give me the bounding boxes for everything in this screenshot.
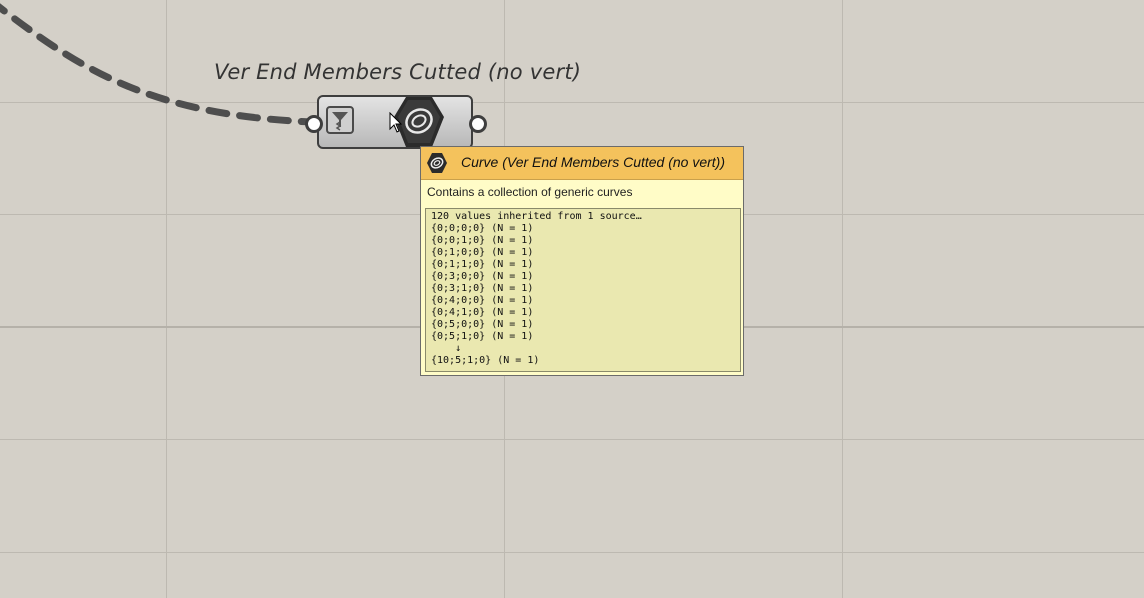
ellipsis-arrow: ↓ xyxy=(431,343,462,354)
data-line: {0;4;0;0} (N = 1) xyxy=(431,295,534,306)
tooltip-title: Curve (Ver End Members Cutted (no vert)) xyxy=(461,154,726,170)
mouse-cursor-icon xyxy=(389,112,403,133)
flatten-icon[interactable] xyxy=(326,106,354,134)
data-tree-summary: 120 values inherited from 1 source… {0;0… xyxy=(425,208,741,372)
grid-line xyxy=(0,439,1144,440)
component-nickname: Ver End Members Cutted (no vert) xyxy=(214,60,582,84)
tooltip-header: Curve (Ver End Members Cutted (no vert)) xyxy=(421,147,743,180)
output-grip[interactable] xyxy=(469,115,487,133)
tooltip-description: Contains a collection of generic curves xyxy=(427,185,633,199)
data-line: {10;5;1;0} (N = 1) xyxy=(431,355,540,366)
data-line: {0;1;1;0} (N = 1) xyxy=(431,259,534,270)
data-line: {0;1;0;0} (N = 1) xyxy=(431,247,534,258)
grid-line xyxy=(0,102,1144,103)
data-line: {0;5;0;0} (N = 1) xyxy=(431,319,534,330)
input-grip[interactable] xyxy=(305,115,323,133)
data-line: {0;3;0;0} (N = 1) xyxy=(431,271,534,282)
grid-line xyxy=(166,0,167,598)
data-line: {0;3;1;0} (N = 1) xyxy=(431,283,534,294)
grid-line xyxy=(0,552,1144,553)
tooltip: Curve (Ver End Members Cutted (no vert))… xyxy=(420,146,744,376)
data-line: {0;4;1;0} (N = 1) xyxy=(431,307,534,318)
curve-icon xyxy=(427,153,447,173)
grid-line xyxy=(842,0,843,598)
data-line: {0;0;1;0} (N = 1) xyxy=(431,235,534,246)
data-line: {0;0;0;0} (N = 1) xyxy=(431,223,534,234)
data-line: {0;5;1;0} (N = 1) xyxy=(431,331,534,342)
data-line: 120 values inherited from 1 source… xyxy=(431,211,642,222)
